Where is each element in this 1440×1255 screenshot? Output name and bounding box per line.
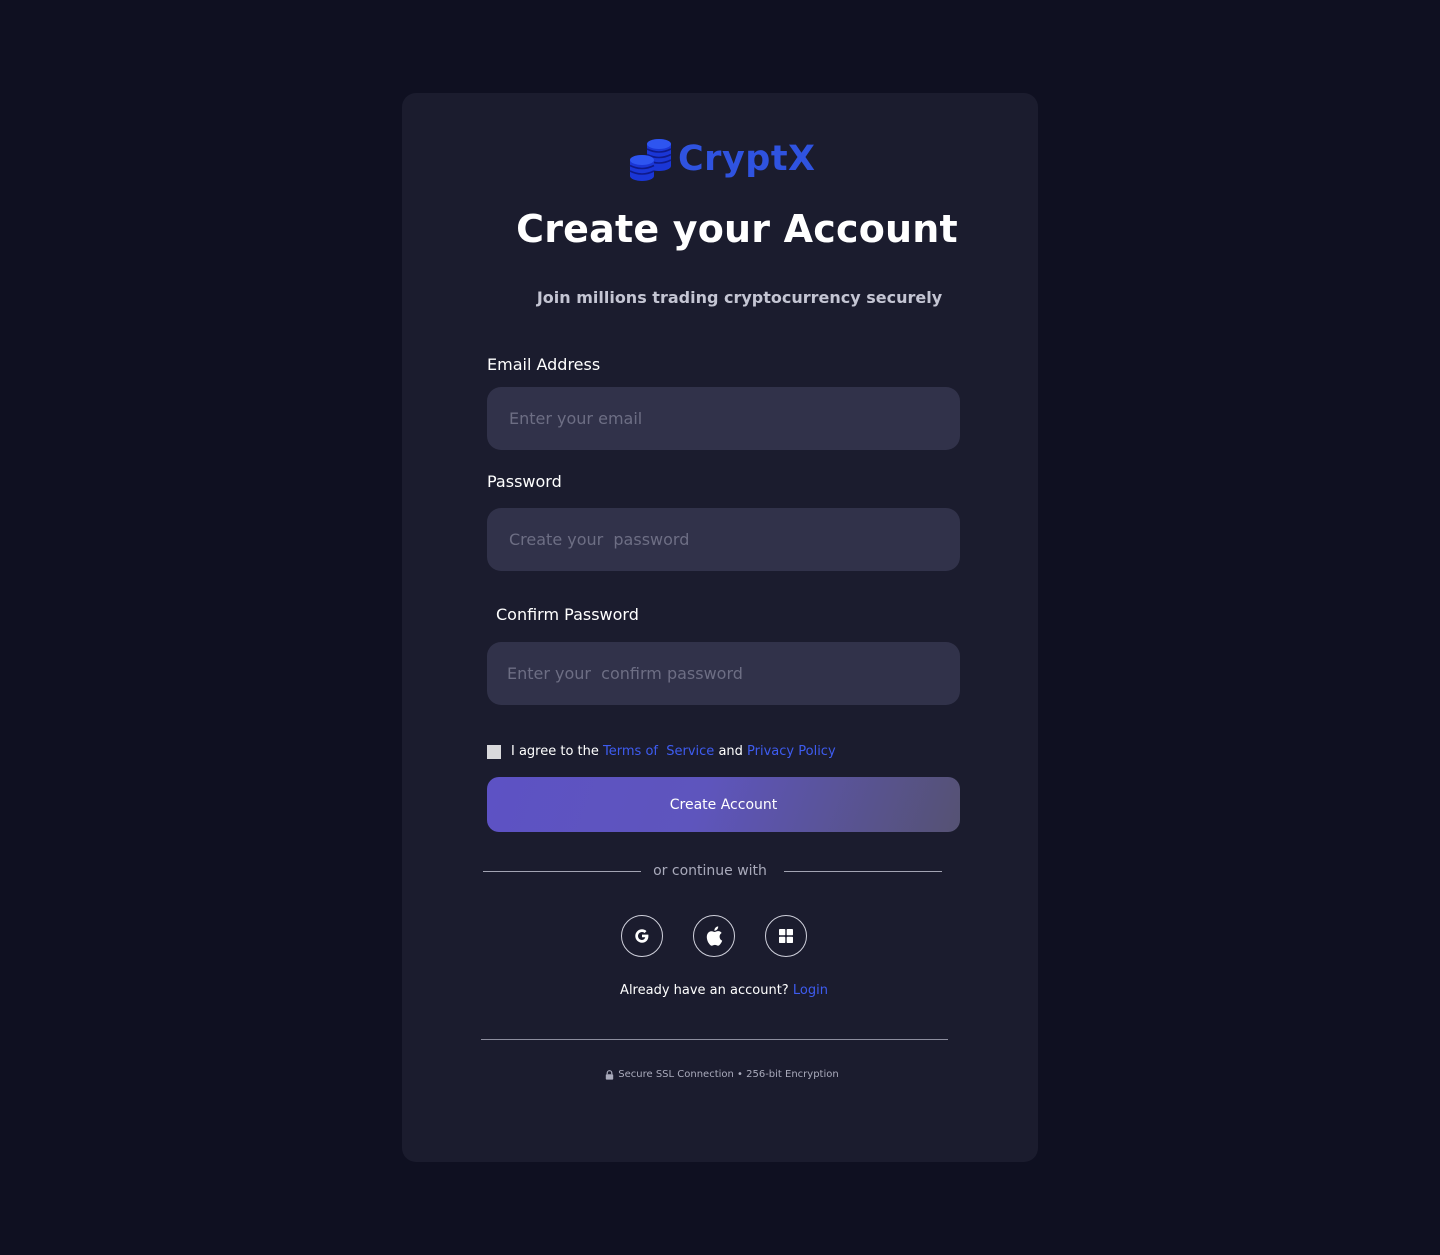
password-field[interactable] [487, 508, 960, 571]
google-icon [635, 929, 649, 943]
brand-name: CryptX [678, 139, 816, 179]
google-login-button[interactable] [621, 915, 663, 957]
privacy-policy-link[interactable]: Privacy Policy [747, 744, 836, 759]
coins-stack-icon [629, 139, 672, 181]
footer-divider [481, 1039, 948, 1040]
divider-left [483, 871, 641, 872]
social-login-group [621, 915, 807, 957]
page-title: Create your Account [516, 207, 958, 251]
confirm-password-label: Confirm Password [496, 605, 639, 624]
terms-agreement: I agree to the Terms of Service and Priv… [487, 744, 836, 759]
login-prompt: Already have an account? [620, 983, 789, 998]
security-footer: Secure SSL Connection • 256-bit Encrypti… [402, 1069, 1042, 1080]
signup-card: CryptX Create your Account Join millions… [402, 93, 1038, 1162]
agree-prefix: I agree to the [511, 744, 599, 759]
login-prompt-row: Already have an account? Login [402, 983, 1046, 998]
email-label: Email Address [487, 355, 601, 374]
windows-login-button[interactable] [765, 915, 807, 957]
terms-of-service-link[interactable]: Terms of Service [603, 744, 714, 759]
divider-text: or continue with [653, 863, 767, 879]
page-subtitle: Join millions trading cryptocurrency sec… [536, 288, 943, 307]
create-account-button[interactable]: Create Account [487, 777, 960, 832]
email-field[interactable] [487, 387, 960, 450]
security-text: Secure SSL Connection • 256-bit Encrypti… [618, 1069, 839, 1080]
agree-conjunction: and [718, 744, 743, 759]
divider-right [784, 871, 942, 872]
lock-icon [606, 1069, 614, 1080]
apple-icon [706, 926, 723, 946]
agree-checkbox[interactable] [487, 744, 501, 759]
apple-login-button[interactable] [693, 915, 735, 957]
login-link[interactable]: Login [793, 983, 828, 998]
confirm-password-field[interactable] [487, 642, 960, 705]
windows-icon [779, 929, 793, 943]
password-label: Password [487, 472, 562, 491]
brand-logo: CryptX [628, 135, 816, 183]
